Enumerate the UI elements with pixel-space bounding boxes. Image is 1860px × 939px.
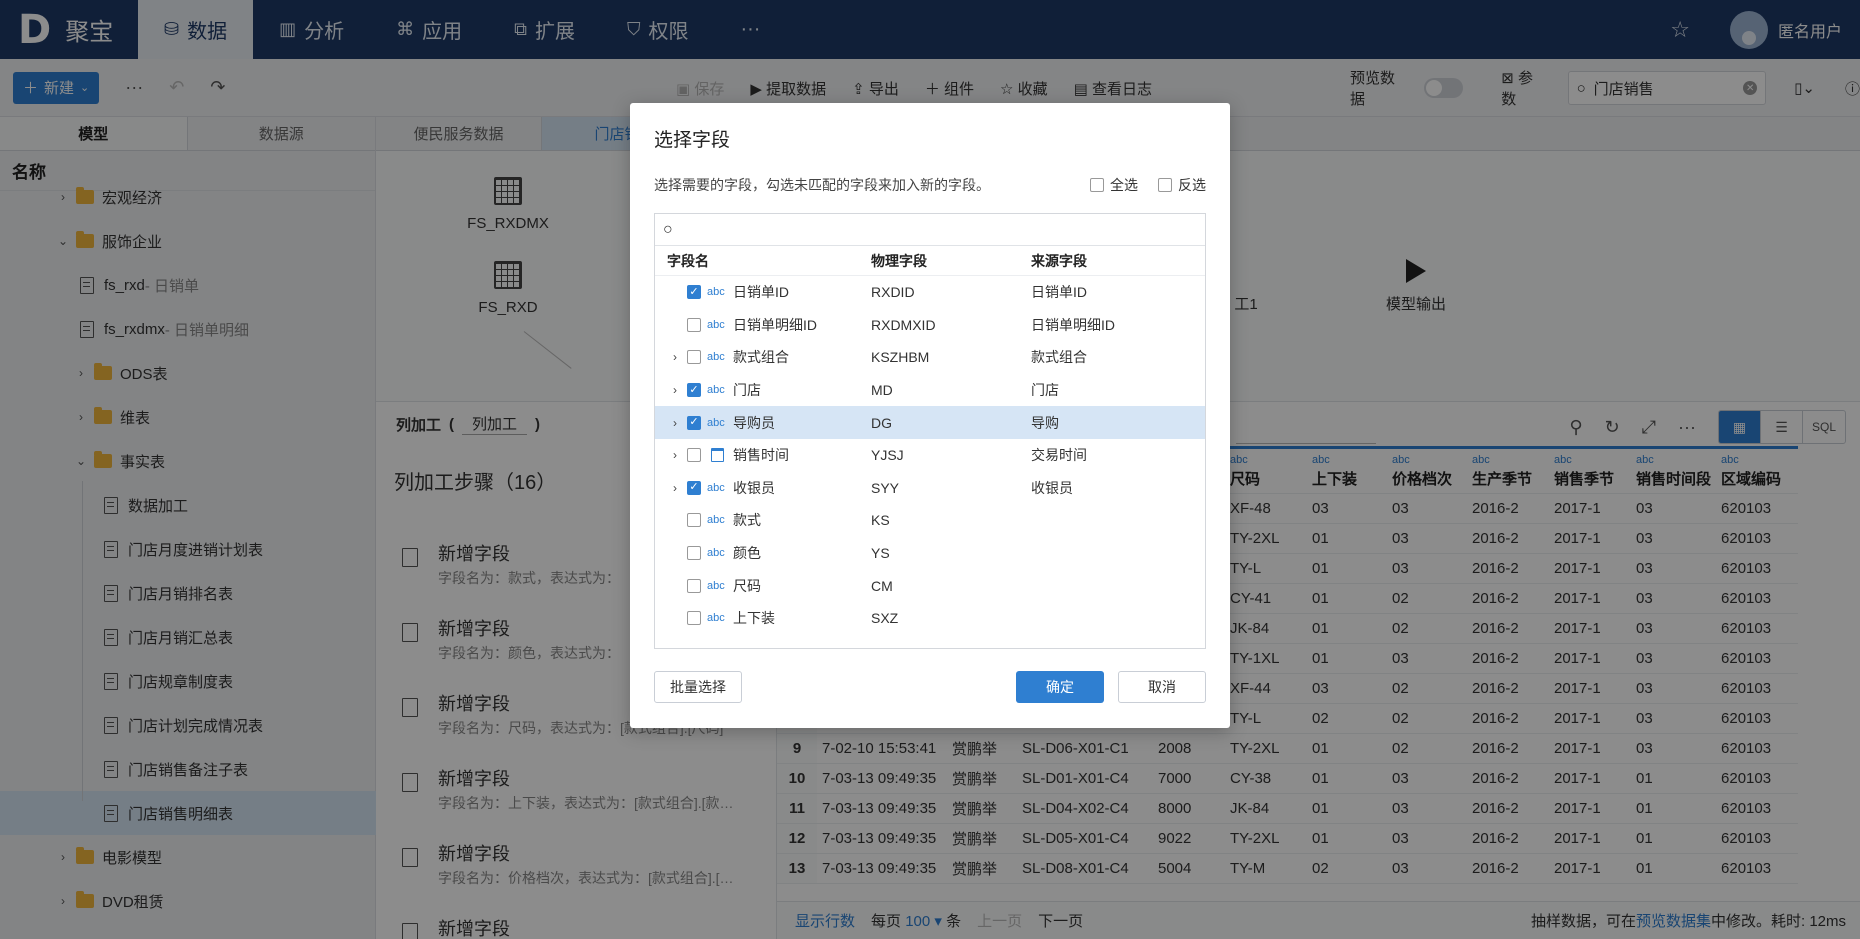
field-name: 上下装 [733,610,775,627]
physical-field: MD [871,382,893,399]
header-source-field: 来源字段 [1031,252,1087,269]
text-type-icon: abc [707,351,725,364]
field-row[interactable]: › ✓ abc 导购员 DG 导购 [655,406,1205,439]
field-row[interactable]: abc 上下装 SXZ [655,602,1205,635]
field-name: 收银员 [733,479,775,496]
calendar-icon [707,448,727,462]
header-field-name: 字段名 [667,252,709,269]
text-type-icon: abc [707,318,725,331]
field-row[interactable]: › ✓ abc 收银员 SYY 收银员 [655,472,1205,505]
text-type-icon: abc [707,547,725,560]
physical-field: CM [871,577,893,594]
physical-field: RXDMXID [871,316,936,333]
physical-field: KS [871,512,890,529]
source-field: 收银员 [1031,479,1073,496]
field-name: 门店 [733,382,761,399]
physical-field: SXZ [871,610,899,627]
field-checkbox[interactable] [687,611,701,626]
source-field: 交易时间 [1031,447,1087,464]
chevron-right-icon[interactable]: › [669,481,681,495]
chevron-right-icon[interactable]: › [669,416,681,430]
chevron-right-icon[interactable]: › [669,383,681,397]
field-row[interactable]: abc 日销单明细ID RXDMXID 日销单明细ID [655,309,1205,342]
select-all-checkbox[interactable]: 全选 [1090,175,1138,195]
field-checkbox[interactable] [687,448,701,463]
field-row[interactable]: abc 颜色 YS [655,537,1205,570]
field-checkbox[interactable]: ✓ [687,285,701,300]
field-name: 款式组合 [733,349,789,366]
field-list-header: 字段名 物理字段 来源字段 [655,246,1205,276]
physical-field: SYY [871,479,900,496]
field-search-bar: ○ [655,214,1205,246]
field-row[interactable]: › abc 款式组合 KSZHBM 款式组合 [655,341,1205,374]
field-checkbox[interactable] [687,546,701,561]
source-field: 款式组合 [1031,349,1087,366]
field-name: 日销单ID [733,284,789,301]
field-row[interactable]: › ✓ abc 门店 MD 门店 [655,374,1205,407]
field-name: 尺码 [733,577,761,594]
text-type-icon: abc [707,579,725,592]
physical-field: YS [871,545,890,562]
text-type-icon: abc [707,514,725,527]
header-physical-field: 物理字段 [871,252,927,269]
chevron-right-icon[interactable]: › [669,448,681,462]
batch-select-button[interactable]: 批量选择 [654,671,742,703]
field-checkbox[interactable] [687,317,701,332]
field-name: 款式 [733,512,761,529]
cancel-button[interactable]: 取消 [1118,671,1206,703]
field-checkbox[interactable] [687,578,701,593]
field-name: 销售时间 [733,447,789,464]
select-all-label: 全选 [1110,177,1138,193]
field-checkbox[interactable]: ✓ [687,383,701,398]
text-type-icon: abc [707,286,725,299]
physical-field: YJSJ [871,447,904,464]
text-type-icon: abc [707,481,725,494]
text-type-icon: abc [707,416,725,429]
field-checkbox[interactable]: ✓ [687,415,701,430]
field-checkbox[interactable] [687,513,701,528]
physical-field: DG [871,414,892,431]
source-field: 门店 [1031,382,1059,399]
field-checkbox[interactable] [687,350,701,365]
select-field-dialog: 选择字段 选择需要的字段，勾选未匹配的字段来加入新的字段。 全选 反选 ○ 字段… [630,103,1230,728]
source-field: 导购 [1031,414,1059,431]
invert-selection-checkbox[interactable]: 反选 [1158,175,1206,195]
source-field: 日销单明细ID [1031,316,1115,333]
field-checkbox[interactable]: ✓ [687,480,701,495]
invert-label: 反选 [1178,177,1206,193]
field-list: ○ 字段名 物理字段 来源字段 ✓ abc 日销单ID RXDID 日销单ID abc 日销… [654,213,1206,649]
physical-field: RXDID [871,284,915,301]
text-type-icon: abc [707,612,725,625]
field-name: 导购员 [733,414,775,431]
search-icon: ○ [663,220,673,238]
field-row[interactable]: abc 尺码 CM [655,569,1205,602]
chevron-right-icon[interactable]: › [669,350,681,364]
dialog-description: 选择需要的字段，勾选未匹配的字段来加入新的字段。 [654,177,990,193]
field-name: 日销单明细ID [733,316,817,333]
field-name: 颜色 [733,545,761,562]
field-row[interactable]: abc 款式 KS [655,504,1205,537]
dialog-title: 选择字段 [654,130,731,151]
source-field: 日销单ID [1031,284,1087,301]
text-type-icon: abc [707,384,725,397]
field-row[interactable]: ✓ abc 日销单ID RXDID 日销单ID [655,276,1205,309]
field-search-input[interactable] [678,215,1205,244]
physical-field: KSZHBM [871,349,930,366]
field-row[interactable]: › 销售时间 YJSJ 交易时间 [655,439,1205,472]
confirm-button[interactable]: 确定 [1016,671,1104,703]
